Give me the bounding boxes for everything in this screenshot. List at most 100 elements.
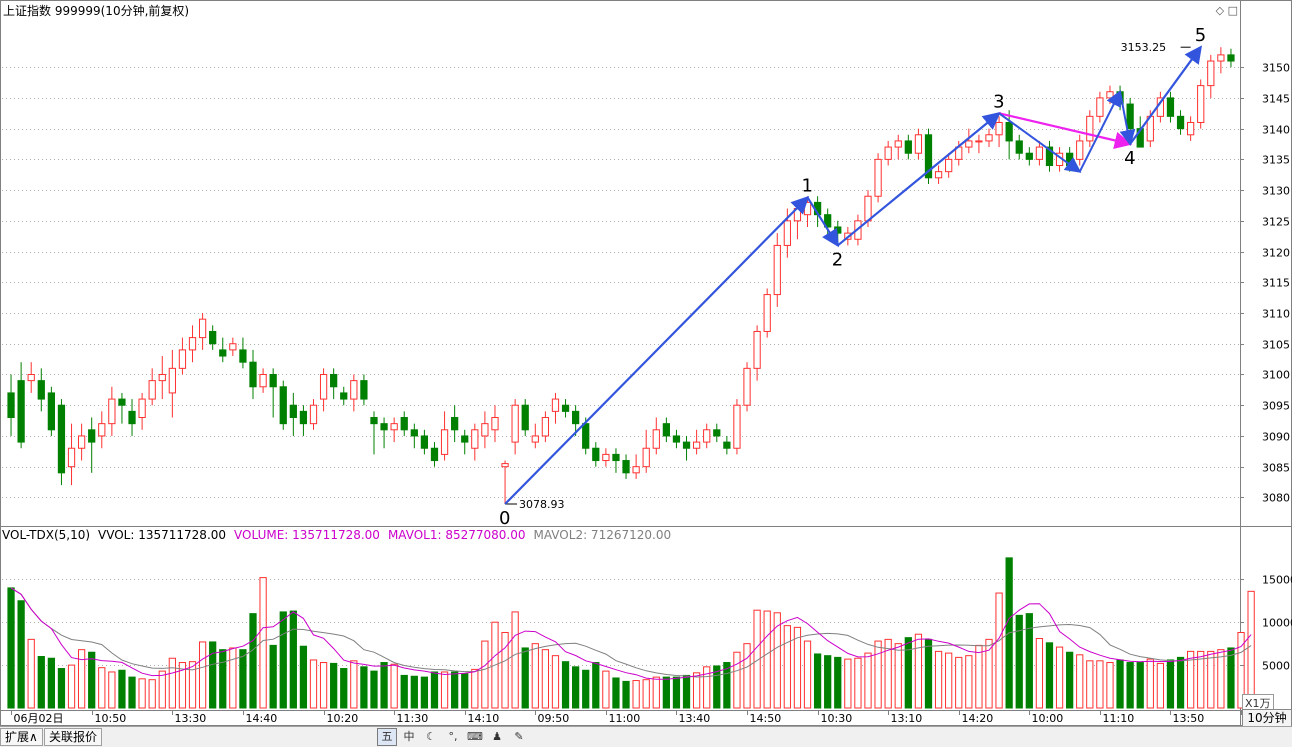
candle-body	[904, 140, 912, 154]
candle	[592, 442, 600, 467]
volume-indicator-name[interactable]: VOL-TDX(5,10)	[2, 528, 90, 542]
candle	[410, 423, 418, 449]
candle-body	[168, 367, 176, 394]
candle	[1227, 48, 1235, 68]
candle-body	[108, 398, 116, 425]
volume-bar	[592, 662, 600, 709]
candle	[57, 399, 66, 486]
volume-bar	[279, 611, 287, 709]
candle-body	[259, 373, 267, 388]
volume-bar	[652, 676, 660, 709]
candle-body	[1176, 115, 1185, 130]
volume-bar	[924, 638, 933, 709]
candle-body	[884, 146, 892, 160]
candle-body	[57, 404, 66, 474]
volume-bar	[461, 673, 469, 709]
price-tick-label: 3130	[1262, 185, 1290, 198]
volume-bar	[1136, 662, 1144, 709]
volume-bar	[47, 657, 55, 709]
mavol1-value: MAVOL1: 85277080.00	[387, 528, 526, 542]
user-icon[interactable]: ♟	[487, 728, 507, 746]
candle	[551, 392, 560, 424]
candle-body	[803, 201, 812, 216]
candle-body	[672, 435, 681, 443]
window-controls[interactable]: ◇ □	[1216, 4, 1238, 17]
candle	[531, 423, 539, 449]
wave-label: 5	[1195, 25, 1206, 46]
candle	[360, 374, 368, 406]
candle-body	[551, 398, 560, 412]
candle	[330, 368, 338, 400]
candle	[299, 405, 308, 436]
candle	[561, 399, 570, 418]
period-button[interactable]: 10分钟	[1242, 709, 1292, 727]
volume-bar	[572, 666, 580, 709]
price-tick-label: 3120	[1262, 247, 1290, 260]
volume-bar	[289, 610, 297, 709]
candle-body	[874, 158, 882, 197]
candle	[541, 411, 550, 443]
volume-bar	[692, 672, 701, 709]
volume-bar	[914, 633, 923, 709]
candle-body	[1217, 54, 1225, 62]
candle-body	[461, 435, 469, 443]
time-tick-label: 10:20	[327, 712, 359, 725]
candle-body	[128, 410, 136, 425]
kline-chart[interactable]: 3078.93 3153.25 0 1 2 3 4 5 3080 3085 3090 3095 310…	[0, 0, 1292, 726]
volume-bar	[309, 659, 318, 709]
candle	[67, 423, 76, 486]
volume-bar	[340, 668, 348, 709]
candle-body	[491, 417, 499, 431]
candle-body	[834, 226, 842, 234]
wrench-icon[interactable]: ✎	[509, 728, 529, 746]
candle-body	[360, 380, 368, 400]
candle	[612, 448, 620, 473]
candle-body	[319, 373, 328, 400]
restore-icon[interactable]: ◇	[1216, 4, 1224, 17]
candle	[370, 411, 378, 455]
candle-body	[178, 349, 187, 369]
candle	[219, 337, 227, 363]
punctuation-icon[interactable]: °,	[443, 728, 463, 746]
candle	[471, 423, 479, 461]
time-tick-label: 14:40	[246, 712, 278, 725]
volume-bar	[965, 655, 973, 709]
volume-series	[7, 557, 1255, 709]
price-annotation: 3153.25	[1121, 41, 1167, 54]
volume-bar	[642, 679, 650, 709]
volume-bar	[108, 671, 116, 709]
volume-bar	[37, 656, 45, 709]
volume-bar	[239, 649, 247, 709]
candle-body	[894, 140, 902, 148]
keyboard-icon[interactable]: ⌨	[465, 728, 485, 746]
candle	[1106, 85, 1114, 105]
candle-body	[945, 158, 953, 173]
volume-header: VOL-TDX(5,10) VVOL: 135711728.00 VOLUME: 1…	[2, 528, 679, 542]
candle	[430, 442, 439, 467]
wave-arrow	[504, 195, 810, 505]
candle	[289, 392, 297, 436]
volume-bar	[582, 669, 590, 709]
expand-tab[interactable]: 扩展∧	[0, 728, 43, 746]
volume-bar	[1106, 662, 1114, 709]
candle-body	[773, 244, 781, 296]
price-tick-label: 3125	[1262, 216, 1290, 229]
candle	[975, 134, 983, 154]
candle	[924, 128, 933, 184]
related-quotes-tab[interactable]: 关联报价	[44, 728, 103, 746]
moon-icon[interactable]: ☾	[421, 728, 441, 746]
volume-bar	[168, 657, 176, 709]
chinese-input-icon[interactable]: 中	[399, 728, 419, 746]
time-tick-label: 11:30	[397, 712, 429, 725]
candle-body	[934, 171, 943, 179]
candle	[229, 337, 237, 357]
candle	[269, 368, 277, 418]
maximize-icon[interactable]: □	[1228, 4, 1238, 17]
candle	[914, 128, 923, 160]
candle	[128, 399, 136, 436]
chart-mode-icon[interactable]: 五	[377, 728, 397, 746]
candle-body	[1025, 152, 1033, 160]
candle-body	[1005, 121, 1013, 142]
candle-body	[1015, 140, 1023, 154]
price-tick-label: 3110	[1262, 308, 1290, 321]
